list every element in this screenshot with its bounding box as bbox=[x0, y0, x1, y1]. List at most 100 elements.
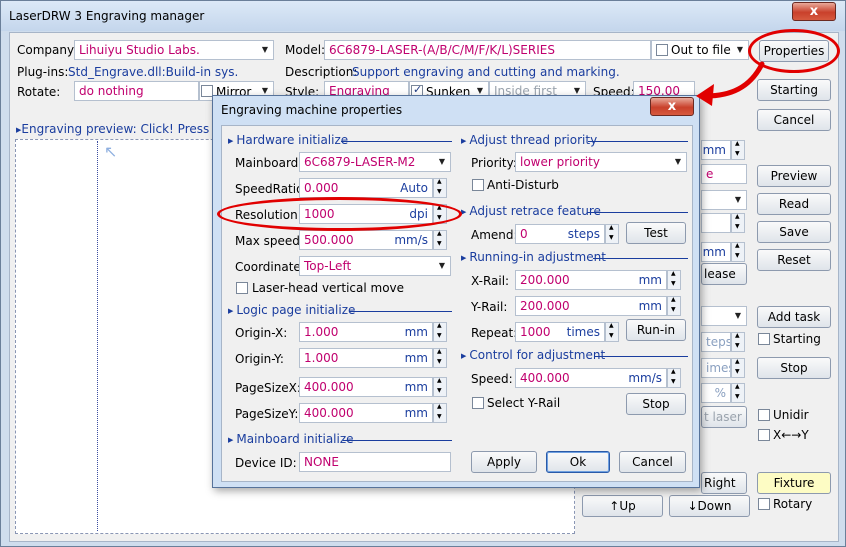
hidden-select-2[interactable] bbox=[701, 190, 747, 210]
priority-select[interactable]: lower priority bbox=[515, 152, 687, 172]
rotate-select[interactable]: do nothing bbox=[74, 81, 199, 101]
hidden-field-6[interactable]: % bbox=[701, 383, 731, 403]
release-button[interactable]: lease bbox=[701, 263, 747, 285]
read-button[interactable]: Read bbox=[757, 193, 831, 215]
select-yrail-checkbox[interactable] bbox=[472, 397, 484, 409]
hidden-spin-3[interactable] bbox=[731, 242, 745, 262]
x-y-checkbox[interactable] bbox=[758, 429, 770, 441]
speedratio-spin[interactable] bbox=[433, 178, 447, 198]
select-yrail-label: Select Y-Rail bbox=[487, 396, 561, 410]
hidden-field-2[interactable] bbox=[701, 213, 731, 233]
test-button[interactable]: Test bbox=[626, 222, 686, 244]
pagesizex-label: PageSizeX: bbox=[235, 381, 301, 395]
hidden-select-1[interactable]: e bbox=[701, 164, 747, 184]
antidisturb-checkbox[interactable] bbox=[472, 179, 484, 191]
runin-button[interactable]: Run-in bbox=[626, 319, 686, 341]
antidisturb-label: Anti-Disturb bbox=[487, 178, 559, 192]
amend-spin[interactable] bbox=[605, 224, 619, 244]
apply-button[interactable]: Apply bbox=[471, 451, 537, 473]
originy-label: Origin-Y: bbox=[235, 352, 284, 366]
pagesizex-spin[interactable] bbox=[433, 377, 447, 397]
description-label: Description: bbox=[285, 65, 358, 79]
hidden-field-5[interactable]: imes bbox=[701, 358, 731, 378]
title-bar: LaserDRW 3 Engraving manager x bbox=[1, 1, 845, 31]
mainboard-init-section-title: Mainboard initialize bbox=[228, 432, 353, 446]
priority-label: Priority: bbox=[471, 156, 517, 170]
add-task-button[interactable]: Add task bbox=[757, 306, 831, 328]
dialog-cancel-button[interactable]: Cancel bbox=[619, 451, 686, 473]
fixture-button[interactable]: Fixture bbox=[757, 472, 831, 494]
dialog-close-button[interactable]: x bbox=[650, 97, 694, 116]
maxspeed-label: Max speed: bbox=[235, 234, 304, 248]
pagesizey-spin[interactable] bbox=[433, 403, 447, 423]
window-close-button[interactable]: x bbox=[792, 2, 836, 21]
down-button[interactable]: ↓Down bbox=[669, 495, 750, 517]
hidden-spin-2[interactable] bbox=[731, 213, 745, 233]
originx-field[interactable]: 1.000 mm bbox=[299, 322, 433, 342]
mainboard-select[interactable]: 6C6879-LASER-M2 bbox=[299, 152, 451, 172]
yrail-label: Y-Rail: bbox=[471, 300, 508, 314]
hidden-field-3[interactable]: mm bbox=[701, 242, 731, 262]
repeat-spin[interactable] bbox=[605, 322, 619, 342]
laserhead-label: Laser-head vertical move bbox=[252, 281, 405, 295]
annotation-arrow-icon bbox=[696, 61, 765, 106]
pagesizey-field[interactable]: 400.000 mm bbox=[299, 403, 433, 423]
rotary-checkbox[interactable] bbox=[758, 498, 770, 510]
company-select[interactable]: Lihuiyu Studio Labs. bbox=[74, 40, 274, 60]
control-speed-spin[interactable] bbox=[667, 368, 681, 388]
unidir-label: Unidir bbox=[773, 408, 809, 422]
yrail-spin[interactable] bbox=[667, 296, 681, 316]
xrail-field[interactable]: 200.000 mm bbox=[515, 270, 667, 290]
laserhead-checkbox[interactable] bbox=[236, 282, 248, 294]
speedratio-label: SpeedRatio: bbox=[235, 182, 308, 196]
model-field[interactable]: 6C6879-LASER-(A/B/C/M/F/K/L)SERIES bbox=[324, 40, 651, 60]
test-laser-button[interactable]: t laser bbox=[701, 406, 747, 428]
properties-dialog: Engraving machine properties x Hardware … bbox=[212, 95, 700, 488]
control-stop-button[interactable]: Stop bbox=[626, 393, 686, 415]
xrail-spin[interactable] bbox=[667, 270, 681, 290]
control-section-title: Control for adjustment bbox=[461, 348, 605, 362]
right-button[interactable]: Right bbox=[701, 472, 747, 494]
ok-button[interactable]: Ok bbox=[546, 451, 610, 473]
preview-button[interactable]: Preview bbox=[757, 165, 831, 187]
yrail-field[interactable]: 200.000 mm bbox=[515, 296, 667, 316]
plugins-label: Plug-ins: bbox=[17, 65, 69, 79]
starting-checkbox[interactable] bbox=[758, 333, 770, 345]
originy-field[interactable]: 1.000 mm bbox=[299, 348, 433, 368]
runin-section-line bbox=[593, 258, 688, 259]
originx-spin[interactable] bbox=[433, 322, 447, 342]
preview-margin-line bbox=[97, 141, 98, 531]
plugins-value: Std_Engrave.dll:Build-in sys. bbox=[68, 65, 239, 79]
hidden-spin-6[interactable] bbox=[731, 383, 745, 403]
repeat-label: Repeat: bbox=[471, 326, 518, 340]
maxspeed-field[interactable]: 500.000 mm/s bbox=[299, 230, 433, 250]
originy-spin[interactable] bbox=[433, 348, 447, 368]
maxspeed-spin[interactable] bbox=[433, 230, 447, 250]
coordinate-select[interactable]: Top-Left bbox=[299, 256, 451, 276]
cancel-main-button[interactable]: Cancel bbox=[757, 109, 831, 131]
coordinate-label: Coordinate: bbox=[235, 260, 305, 274]
out-to-file-checkbox[interactable] bbox=[656, 44, 668, 56]
logic-section-line bbox=[349, 311, 452, 312]
deviceid-field[interactable]: NONE bbox=[299, 452, 451, 472]
save-button[interactable]: Save bbox=[757, 221, 831, 243]
model-label: Model: bbox=[285, 43, 326, 57]
resolution-highlight-ring bbox=[217, 197, 462, 231]
hidden-select-3[interactable] bbox=[701, 306, 747, 326]
hidden-spin-4[interactable] bbox=[731, 332, 745, 352]
runin-section-title: Running-in adjustment bbox=[461, 250, 606, 264]
stop-main-button[interactable]: Stop bbox=[757, 357, 831, 379]
starting-check-label: Starting bbox=[773, 332, 821, 346]
pagesizex-field[interactable]: 400.000 mm bbox=[299, 377, 433, 397]
amend-field[interactable]: 0 steps bbox=[515, 224, 605, 244]
hidden-field-4[interactable]: teps bbox=[701, 332, 731, 352]
reset-button[interactable]: Reset bbox=[757, 249, 831, 271]
hidden-spin-5[interactable] bbox=[731, 358, 745, 378]
hidden-spin-1[interactable] bbox=[731, 140, 745, 160]
hidden-field-1[interactable]: mm bbox=[701, 140, 731, 160]
repeat-field[interactable]: 1000 times bbox=[515, 322, 605, 342]
control-speed-field[interactable]: 400.000 mm/s bbox=[515, 368, 667, 388]
up-button[interactable]: ↑Up bbox=[582, 495, 663, 517]
speedratio-field[interactable]: 0.000 Auto bbox=[299, 178, 433, 198]
unidir-checkbox[interactable] bbox=[758, 409, 770, 421]
